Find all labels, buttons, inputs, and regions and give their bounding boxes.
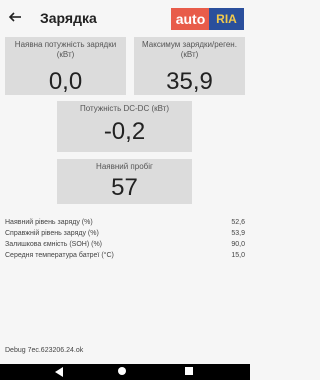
debug-text: Debug 7ec.623206.24.ok xyxy=(5,347,84,354)
dcdc-power-card: Потужність DC-DC (кВт) -0,2 xyxy=(57,101,192,152)
stat-label: Середня температура батреї (°C) xyxy=(5,252,114,259)
dcdc-power-label: Потужність DC-DC (кВт) xyxy=(79,104,170,113)
arrow-left-icon xyxy=(8,12,21,22)
page-title: Зарядка xyxy=(40,10,97,26)
back-button[interactable] xyxy=(4,6,26,28)
available-charge-power-label: Наявна потужність зарядки (кВт) xyxy=(14,40,117,59)
stat-row: Справжній рівень заряду (%) 53,9 xyxy=(5,228,245,239)
max-charge-regen-label: Максимум зарядки/реген. (кВт) xyxy=(142,40,237,59)
available-charge-power-card: Наявна потужність зарядки (кВт) 0,0 xyxy=(5,37,126,95)
logo-ria-text: RIA xyxy=(209,8,244,30)
battery-stats-list: Наявний рівень заряду (%) 52,6 Справжній… xyxy=(5,217,245,261)
stat-label: Залишкова ємність (SOH) (%) xyxy=(5,241,103,248)
available-range-value: 57 xyxy=(111,174,138,201)
stat-value: 90,0 xyxy=(231,241,245,248)
stat-value: 15,0 xyxy=(231,252,245,259)
autoria-logo: auto RIA xyxy=(171,8,244,30)
available-range-card: Наявний пробіг 57 xyxy=(57,159,192,204)
app-bar: Зарядка auto RIA xyxy=(0,0,250,36)
stat-value: 53,9 xyxy=(231,230,245,237)
available-range-label: Наявний пробіг xyxy=(96,162,153,171)
stat-label: Справжній рівень заряду (%) xyxy=(5,230,99,237)
logo-auto-text: auto xyxy=(171,8,210,30)
triangle-back-icon[interactable] xyxy=(55,367,63,377)
stat-value: 52,6 xyxy=(231,219,245,226)
available-charge-power-value: 0,0 xyxy=(48,68,83,95)
max-charge-regen-card: Максимум зарядки/реген. (кВт) 35,9 xyxy=(134,37,245,95)
stat-row: Наявний рівень заряду (%) 52,6 xyxy=(5,217,245,228)
stat-row: Середня температура батреї (°C) 15,0 xyxy=(5,250,245,261)
dcdc-power-value: -0,2 xyxy=(103,118,146,145)
stat-label: Наявний рівень заряду (%) xyxy=(5,219,93,226)
stat-row: Залишкова ємність (SOH) (%) 90,0 xyxy=(5,239,245,250)
square-recent-icon[interactable] xyxy=(185,367,193,375)
max-charge-regen-value: 35,9 xyxy=(166,68,213,95)
circle-home-icon[interactable] xyxy=(118,367,126,375)
system-nav-bar xyxy=(0,364,250,380)
